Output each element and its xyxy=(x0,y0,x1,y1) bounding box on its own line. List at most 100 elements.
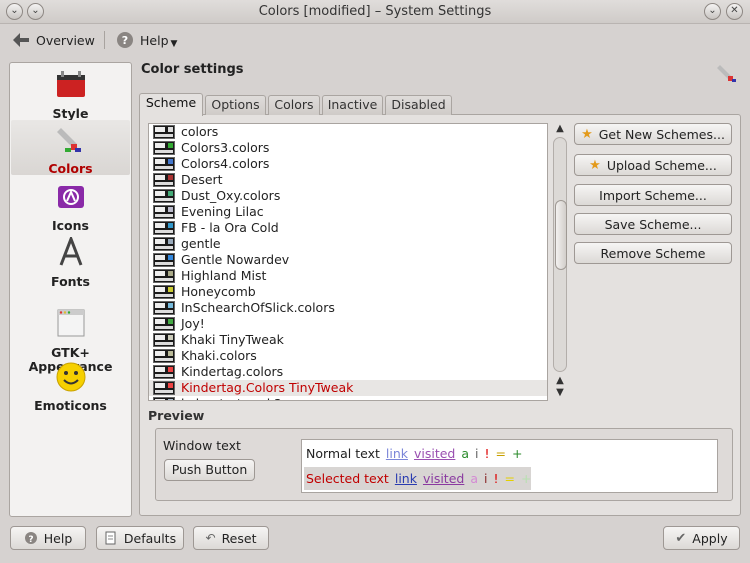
toolbar: Overview ? Help ▼ xyxy=(0,25,750,55)
selected-link: link xyxy=(394,471,417,486)
list-item[interactable]: Colors3.colors xyxy=(149,140,547,156)
list-item-label: Joy! xyxy=(181,316,205,331)
apply-button[interactable]: ✔ Apply xyxy=(663,526,740,550)
button-label: Reset xyxy=(221,530,257,546)
colors-settings-icon xyxy=(717,65,736,82)
scroll-down-icon[interactable]: ▼ xyxy=(554,387,566,398)
list-item-label: kubuntu-trend 2 xyxy=(181,396,282,400)
scheme-list[interactable]: colors Colors3.colors Colors4.colors Desert… xyxy=(148,123,548,401)
title-bar: ⌄ ⌄ Colors [modified] – System Settings … xyxy=(0,0,750,24)
preview-push-button[interactable]: Push Button xyxy=(164,459,255,481)
list-item[interactable]: Highland Mist xyxy=(149,268,547,284)
document-revert-icon xyxy=(105,531,116,545)
tab-inactive[interactable]: Inactive xyxy=(322,95,383,115)
get-new-schemes-button[interactable]: ★ Get New Schemes... xyxy=(574,123,732,145)
overview-button[interactable]: Overview xyxy=(12,29,95,51)
normal-text-row: Normal text link visited a i! = + xyxy=(306,443,529,465)
list-item-label: Highland Mist xyxy=(181,268,267,283)
scroll-up-icon[interactable]: ▲ xyxy=(554,375,566,386)
icons-icon xyxy=(57,186,84,208)
tab-colors[interactable]: Colors xyxy=(268,95,320,115)
sidebar-item-colors[interactable]: Colors xyxy=(11,120,130,176)
selected-inactive: i xyxy=(484,471,488,486)
list-item[interactable]: Evening Lilac xyxy=(149,204,547,220)
tab-disabled[interactable]: Disabled xyxy=(385,95,452,115)
sidebar-item-style[interactable]: Style xyxy=(11,69,130,121)
selected-visited: visited xyxy=(422,471,465,486)
list-item-label: Evening Lilac xyxy=(181,204,264,219)
save-scheme-button[interactable]: Save Scheme... xyxy=(574,213,732,235)
checkmark-icon: ✔ xyxy=(675,530,687,546)
button-label: Defaults xyxy=(123,530,177,546)
overview-label: Overview xyxy=(36,32,95,48)
list-item-label: colors xyxy=(181,124,219,139)
chevron-down-icon: ▼ xyxy=(170,39,178,49)
defaults-button[interactable]: Defaults xyxy=(96,526,184,550)
list-item-label: Khaki.colors xyxy=(181,348,257,363)
remove-scheme-button[interactable]: Remove Scheme xyxy=(574,242,732,264)
sidebar-item-icons[interactable]: Icons xyxy=(11,181,130,233)
import-scheme-button[interactable]: Import Scheme... xyxy=(574,184,732,206)
scheme-preview-icon xyxy=(153,397,175,400)
reset-button[interactable]: ↶ Reset xyxy=(193,526,269,550)
close-button[interactable]: ✕ xyxy=(726,3,743,20)
scheme-preview-icon xyxy=(153,141,175,155)
scroll-track[interactable] xyxy=(553,137,567,372)
list-item[interactable]: Honeycomb xyxy=(149,284,547,300)
normal-active: a xyxy=(461,446,470,461)
list-item[interactable]: Dust_Oxy.colors xyxy=(149,188,547,204)
scheme-preview-icon xyxy=(153,205,175,219)
footer-help-button[interactable]: ? Help xyxy=(10,526,86,550)
normal-negative: ! xyxy=(484,446,490,461)
list-item-label: Kindertag.colors xyxy=(181,364,284,379)
list-item[interactable]: colors xyxy=(149,124,547,140)
colors-icon xyxy=(56,128,81,152)
scroll-up-icon[interactable]: ▲ xyxy=(554,123,566,134)
list-item[interactable]: Gentle Nowardev xyxy=(149,252,547,268)
scheme-preview-icon xyxy=(153,173,175,187)
help-menu-button[interactable]: ? Help ▼ xyxy=(116,29,177,51)
normal-inactive: i xyxy=(475,446,479,461)
list-item[interactable]: Joy! xyxy=(149,316,547,332)
list-item[interactable]: Khaki TinyTweak xyxy=(149,332,547,348)
list-item[interactable]: Desert xyxy=(149,172,547,188)
tab-options[interactable]: Options xyxy=(205,95,266,115)
minimize-button[interactable]: ⌄ xyxy=(704,3,721,20)
button-label: Save Scheme... xyxy=(604,216,702,232)
list-item[interactable]: InSchearchOfSlick.colors xyxy=(149,300,547,316)
svg-text:?: ? xyxy=(122,34,128,47)
help-label: Help xyxy=(140,32,169,48)
scroll-handle[interactable] xyxy=(555,200,567,270)
sidebar-item-label: Style xyxy=(52,106,89,121)
scheme-preview-icon xyxy=(153,285,175,299)
help-icon: ? xyxy=(24,532,37,545)
list-item[interactable]: kubuntu-trend 2 xyxy=(149,396,547,400)
list-item-label: FB - la Ora Cold xyxy=(181,220,279,235)
list-item[interactable]: FB - la Ora Cold xyxy=(149,220,547,236)
upload-scheme-button[interactable]: ★ Upload Scheme... xyxy=(574,154,732,176)
button-label: Import Scheme... xyxy=(599,187,707,203)
scheme-preview-icon xyxy=(153,125,175,139)
sidebar: Style Colors Icons Fonts GTK+ Appearance… xyxy=(9,62,132,517)
list-item[interactable]: Kindertag.colors xyxy=(149,364,547,380)
selected-negative: ! xyxy=(493,471,499,486)
preview-heading: Preview xyxy=(148,408,205,423)
normal-neutral: = xyxy=(495,446,507,461)
scheme-preview-icon xyxy=(153,301,175,315)
tab-scheme[interactable]: Scheme xyxy=(139,93,203,116)
star-icon: ★ xyxy=(581,126,593,142)
sidebar-item-gtk-appearance[interactable]: GTK+ Appearance xyxy=(11,293,130,374)
scheme-preview-icon xyxy=(153,189,175,203)
list-item[interactable]: Kindertag.Colors TinyTweak xyxy=(149,380,547,396)
list-item-label: Colors3.colors xyxy=(181,140,270,155)
list-item[interactable]: Khaki.colors xyxy=(149,348,547,364)
sidebar-item-emoticons[interactable]: Emoticons xyxy=(11,361,130,413)
scheme-preview-icon xyxy=(153,221,175,235)
normal-positive: + xyxy=(512,446,523,461)
scheme-list-scrollbar[interactable]: ▲ ▲ ▼ xyxy=(552,123,568,401)
normal-link: link xyxy=(385,446,408,461)
selected-active: a xyxy=(470,471,479,486)
list-item[interactable]: gentle xyxy=(149,236,547,252)
sidebar-item-fonts[interactable]: Fonts xyxy=(11,234,130,289)
list-item[interactable]: Colors4.colors xyxy=(149,156,547,172)
